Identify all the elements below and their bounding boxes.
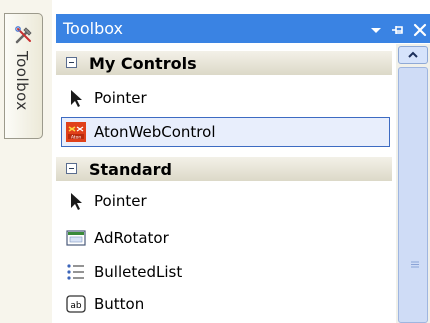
scroll-thumb[interactable] <box>398 67 428 323</box>
toolbox-tab-label: Toolbox <box>13 51 31 111</box>
toolbox-item-label: Pointer <box>94 192 147 210</box>
toolbox-item-atonwebcontrol[interactable]: Aton AtonWebControl <box>56 116 392 148</box>
category-standard[interactable]: Standard <box>56 157 392 181</box>
toolbox-item-label: BulletedList <box>94 263 183 281</box>
toolbox-title-bar: Toolbox <box>56 14 430 43</box>
toolbox-item-label: AdRotator <box>94 229 169 247</box>
button-icon: ab <box>66 295 86 313</box>
toolbox-side-tab[interactable]: Toolbox <box>4 13 43 139</box>
pointer-icon <box>71 193 82 210</box>
toolbox-item-pointer[interactable]: Pointer <box>56 82 392 114</box>
svg-text:ab: ab <box>70 301 82 311</box>
side-tab-strip: Toolbox <box>0 0 52 323</box>
category-label: My Controls <box>89 54 197 73</box>
category-my-controls[interactable]: My Controls <box>56 51 392 75</box>
collapse-icon[interactable] <box>66 57 77 68</box>
tools-icon <box>15 26 32 44</box>
toolbox-title: Toolbox <box>63 19 123 38</box>
svg-text:Aton: Aton <box>71 135 82 141</box>
scroll-up-button[interactable] <box>398 46 428 64</box>
grip-icon <box>411 261 419 268</box>
pointer-icon <box>71 90 82 107</box>
toolbox-item-label: Pointer <box>94 89 147 107</box>
toolbox-item-label: Button <box>94 295 145 313</box>
vertical-scrollbar[interactable] <box>396 44 430 323</box>
toolbox-item-bulletedlist[interactable]: BulletedList <box>56 256 392 288</box>
pin-icon[interactable] <box>390 22 406 38</box>
chevron-up-icon <box>408 51 418 58</box>
category-label: Standard <box>89 160 172 179</box>
close-icon[interactable] <box>412 22 428 38</box>
toolbox-item-adrotator[interactable]: AdRotator <box>56 222 392 254</box>
collapse-icon[interactable] <box>66 163 77 174</box>
toolbox-panel: My Controls Pointer Aton AtonWebControl … <box>56 43 430 323</box>
adrotator-icon <box>66 230 86 246</box>
bulleted-list-icon <box>67 264 84 280</box>
dropdown-arrow-icon[interactable] <box>368 22 384 38</box>
aton-control-icon: Aton <box>66 122 86 142</box>
toolbox-item-button[interactable]: ab Button <box>56 288 392 320</box>
toolbox-item-label: AtonWebControl <box>94 123 216 141</box>
toolbox-item-pointer[interactable]: Pointer <box>56 185 392 217</box>
